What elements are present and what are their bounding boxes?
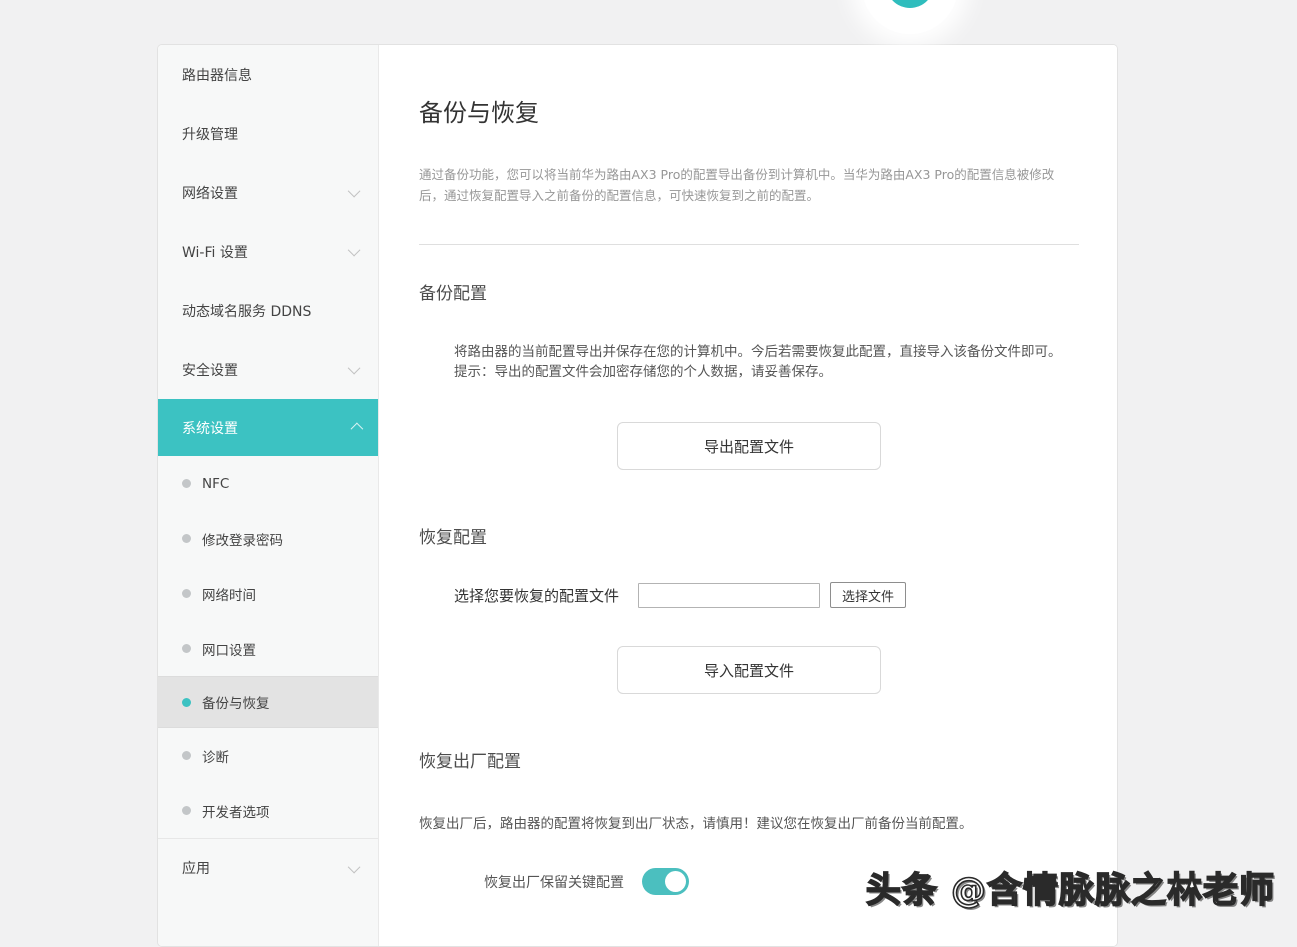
sidebar-item-router-info[interactable]: 路由器信息 <box>158 45 378 104</box>
sidebar-item-label: 修改登录密码 <box>202 529 360 549</box>
sidebar-item-label: 备份与恢复 <box>202 692 360 712</box>
sidebar-item-label: 网口设置 <box>202 639 360 659</box>
sidebar-item-developer-options[interactable]: 开发者选项 <box>158 783 378 838</box>
factory-toggle-label: 恢复出厂保留关键配置 <box>484 872 624 892</box>
keep-key-config-toggle[interactable] <box>642 868 689 895</box>
backup-config-tip: 提示：导出的配置文件会加密存储您的个人数据，请妥善保存。 <box>454 362 1079 382</box>
bullet-icon <box>182 644 191 653</box>
page-header: 备份与恢复 通过备份功能，您可以将当前华为路由AX3 Pro的配置导出备份到计算… <box>419 98 1079 245</box>
factory-reset-heading: 恢复出厂配置 <box>419 750 1079 774</box>
sidebar-item-upgrade[interactable]: 升级管理 <box>158 104 378 163</box>
sidebar-item-label: 系统设置 <box>182 418 351 438</box>
sidebar-item-label: 路由器信息 <box>182 65 360 85</box>
sidebar-item-ddns[interactable]: 动态域名服务 DDNS <box>158 281 378 340</box>
bullet-icon <box>182 479 191 488</box>
watermark: 头条 @含情脉脉之林老师 <box>866 862 1275 913</box>
sidebar-item-backup-restore[interactable]: 备份与恢复 <box>158 676 378 728</box>
restore-file-row: 选择您要恢复的配置文件 选择文件 <box>454 582 1079 608</box>
restore-config-section: 恢复配置 选择您要恢复的配置文件 选择文件 导入配置文件 <box>419 526 1079 694</box>
sidebar-item-label: NFC <box>202 476 360 492</box>
sidebar-item-system-settings[interactable]: 系统设置 <box>158 399 378 456</box>
sidebar-item-label: 升级管理 <box>182 124 360 144</box>
sidebar-item-nfc[interactable]: NFC <box>158 456 378 511</box>
sidebar-item-diagnostics[interactable]: 诊断 <box>158 728 378 783</box>
bullet-icon <box>182 534 191 543</box>
sidebar: 路由器信息 升级管理 网络设置 Wi-Fi 设置 动态域名服务 DDNS 安全设… <box>158 45 379 946</box>
bullet-icon <box>182 806 191 815</box>
restore-file-input[interactable] <box>638 583 820 608</box>
backup-config-body: 将路由器的当前配置导出并保存在您的计算机中。今后若需要恢复此配置，直接导入该备份… <box>454 342 1074 362</box>
backup-config-section: 备份配置 将路由器的当前配置导出并保存在您的计算机中。今后若需要恢复此配置，直接… <box>419 282 1079 470</box>
chevron-up-icon <box>351 423 364 436</box>
sidebar-item-wifi-settings[interactable]: Wi-Fi 设置 <box>158 222 378 281</box>
choose-file-button[interactable]: 选择文件 <box>830 582 906 608</box>
sidebar-item-label: Wi-Fi 设置 <box>182 242 351 262</box>
sidebar-item-label: 网络时间 <box>202 584 360 604</box>
sidebar-item-port-settings[interactable]: 网口设置 <box>158 621 378 676</box>
sidebar-item-network-settings[interactable]: 网络设置 <box>158 163 378 222</box>
factory-reset-body: 恢复出厂后，路由器的配置将恢复到出厂状态，请慎用！建议您在恢复出厂前备份当前配置… <box>419 814 1079 834</box>
sidebar-item-label: 安全设置 <box>182 360 351 380</box>
bullet-icon <box>182 751 191 760</box>
sidebar-item-network-time[interactable]: 网络时间 <box>158 566 378 621</box>
toggle-knob <box>665 871 686 892</box>
bullet-icon <box>182 589 191 598</box>
sidebar-item-security-settings[interactable]: 安全设置 <box>158 340 378 399</box>
settings-card: 路由器信息 升级管理 网络设置 Wi-Fi 设置 动态域名服务 DDNS 安全设… <box>157 44 1118 947</box>
page-title: 备份与恢复 <box>419 98 1079 128</box>
sidebar-item-label: 网络设置 <box>182 183 351 203</box>
sidebar-item-label: 诊断 <box>202 746 360 766</box>
import-config-button[interactable]: 导入配置文件 <box>617 646 881 694</box>
sidebar-item-label: 开发者选项 <box>202 801 360 821</box>
main-content: 备份与恢复 通过备份功能，您可以将当前华为路由AX3 Pro的配置导出备份到计算… <box>379 45 1117 946</box>
bullet-icon <box>182 698 191 707</box>
sidebar-item-label: 动态域名服务 DDNS <box>182 301 360 321</box>
restore-file-label: 选择您要恢复的配置文件 <box>454 585 619 606</box>
page-description: 通过备份功能，您可以将当前华为路由AX3 Pro的配置导出备份到计算机中。当华为… <box>419 164 1079 206</box>
backup-config-heading: 备份配置 <box>419 282 1079 306</box>
sidebar-item-applications[interactable]: 应用 <box>158 838 378 897</box>
sidebar-item-label: 应用 <box>182 858 351 878</box>
restore-config-heading: 恢复配置 <box>419 526 1079 550</box>
export-config-button[interactable]: 导出配置文件 <box>617 422 881 470</box>
sidebar-item-change-password[interactable]: 修改登录密码 <box>158 511 378 566</box>
